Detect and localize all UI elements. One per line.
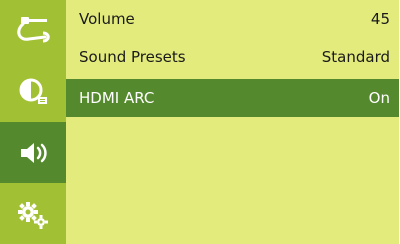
row-label: Volume — [79, 10, 135, 28]
row-value: Standard — [321, 48, 390, 66]
menu-row-volume[interactable]: Volume 45 — [66, 0, 400, 38]
row-value: 45 — [370, 10, 390, 28]
contrast-picture-icon — [13, 72, 53, 112]
sound-menu: Volume 45 Sound Presets Standard HDMI AR… — [66, 0, 400, 244]
row-label: Sound Presets — [79, 48, 186, 66]
sidebar-item-settings[interactable] — [0, 183, 66, 244]
row-label: HDMI ARC — [79, 89, 155, 107]
menu-row-sound-presets[interactable]: Sound Presets Standard — [66, 38, 400, 76]
cable-connector-icon — [13, 11, 53, 51]
menu-row-hdmi-arc[interactable]: HDMI ARC On — [66, 79, 400, 117]
row-value: On — [368, 89, 390, 107]
sidebar-item-sound[interactable] — [0, 122, 66, 183]
sidebar-item-picture[interactable] — [0, 61, 66, 122]
settings-screen: Volume 45 Sound Presets Standard HDMI AR… — [0, 0, 400, 244]
sidebar-item-connection[interactable] — [0, 0, 66, 61]
speaker-sound-icon — [13, 133, 53, 173]
gears-settings-icon — [13, 194, 53, 234]
category-sidebar — [0, 0, 66, 244]
